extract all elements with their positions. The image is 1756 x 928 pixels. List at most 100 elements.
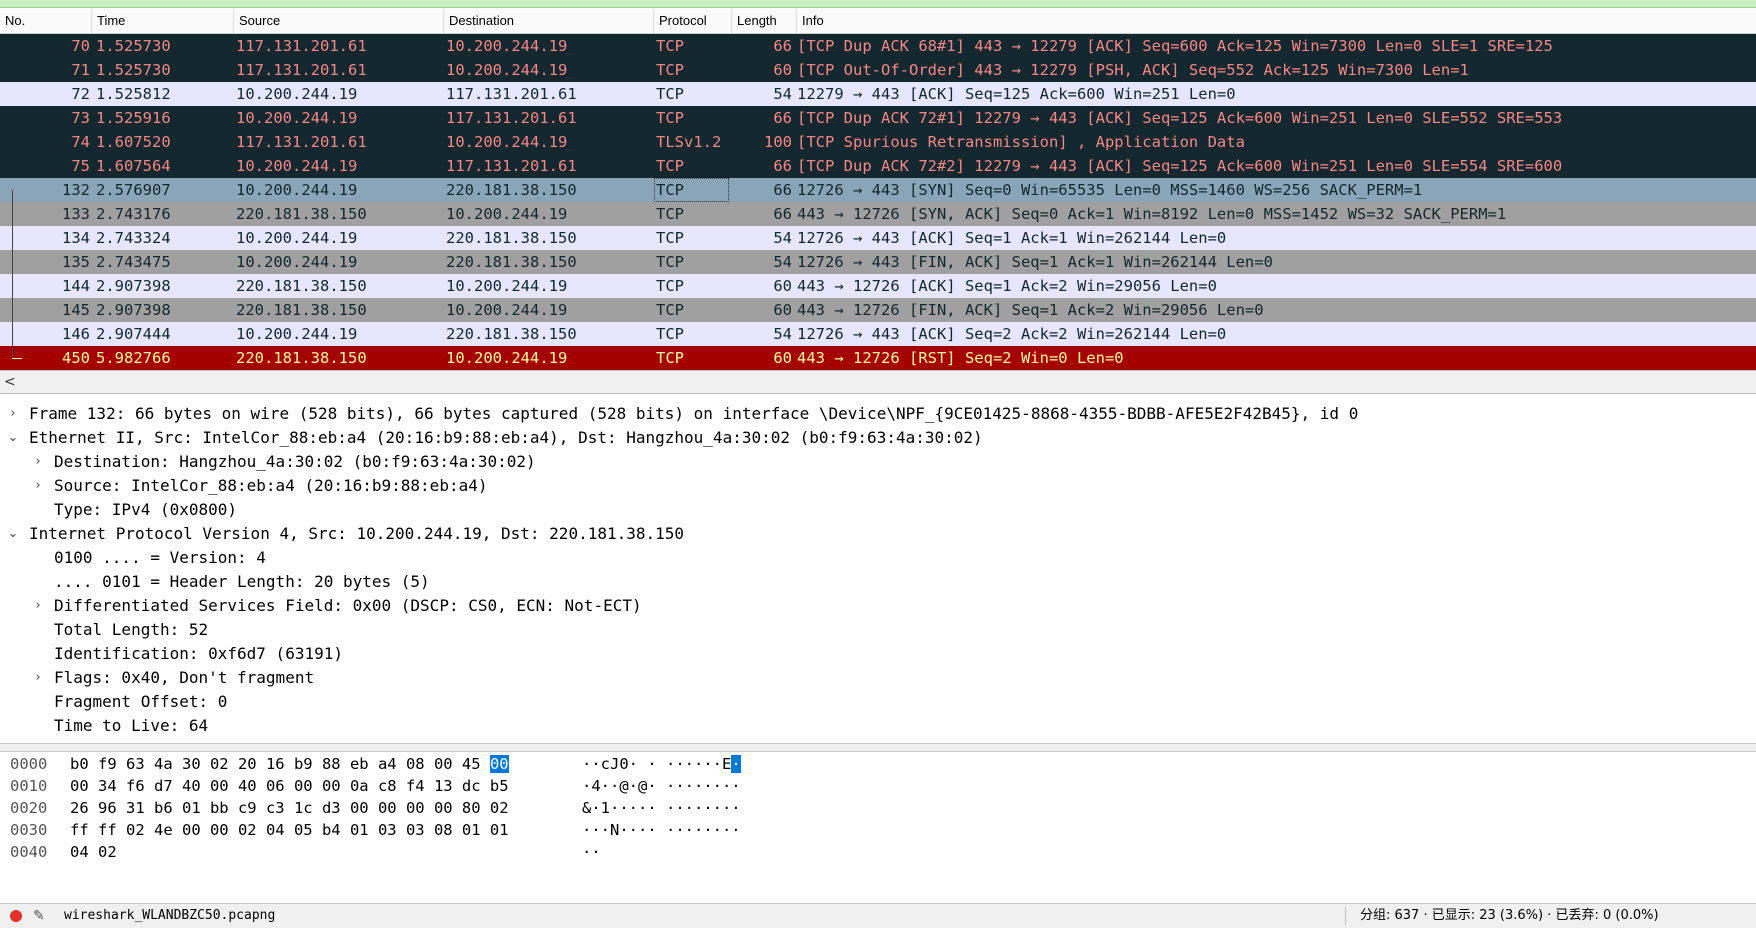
ascii-bytes-text: ···N···· ········: [582, 821, 741, 839]
expand-arrow-icon[interactable]: ›: [31, 450, 45, 474]
detail-tree-item[interactable]: Fragment Offset: 0: [0, 690, 1756, 714]
packet-row[interactable]: 74 1.607520 117.131.201.61 10.200.244.19 TLS…: [0, 130, 1756, 154]
packet-stats: 分组: 637 · 已显示: 23 (3.6%) · 已丢弃: 0 (0.0%): [1360, 908, 1659, 923]
expand-arrow-icon[interactable]: ›: [6, 402, 20, 426]
packet-len-cell: 54: [773, 253, 792, 271]
detail-tree-item[interactable]: Type: IPv4 (0x0800): [0, 498, 1756, 522]
packet-len-cell: 54: [773, 325, 792, 343]
packet-row[interactable]: 146 2.907444 10.200.244.19 220.181.38.150 TC…: [0, 322, 1756, 346]
packet-len-cell: 66: [773, 205, 792, 223]
packet-time-cell: 2.907398: [96, 301, 171, 319]
packet-src-cell: 10.200.244.19: [236, 85, 358, 103]
packet-dst-cell: 10.200.244.19: [446, 349, 568, 367]
hex-bytes: b0 f9 63 4a 30 02 20 16 b9 88 eb a4 08 0…: [70, 753, 509, 775]
ascii-bytes: ··cJ0· · ······E·: [582, 753, 741, 775]
detail-tree-item[interactable]: ⌄ Internet Protocol Version 4, Src: 10.20…: [0, 522, 1756, 546]
packet-src-cell: 10.200.244.19: [236, 253, 358, 271]
packet-row[interactable]: 72 1.525812 10.200.244.19 117.131.201.61 TCP…: [0, 82, 1756, 106]
hex-dump-line[interactable]: 0000 b0 f9 63 4a 30 02 20 16 b9 88 eb a4 …: [0, 753, 1756, 775]
packet-len-cell: 60: [773, 349, 792, 367]
packet-time-cell: 5.982766: [96, 349, 171, 367]
scroll-left-arrow-icon[interactable]: <: [4, 371, 16, 393]
column-header-source[interactable]: Source: [234, 9, 444, 33]
packet-row[interactable]: 73 1.525916 10.200.244.19 117.131.201.61 TCP…: [0, 106, 1756, 130]
hex-dump-line[interactable]: 0030 ff ff 02 4e 00 00 02 04 05 b4 01 03 …: [0, 819, 1756, 841]
expand-arrow-icon[interactable]: ›: [31, 594, 45, 618]
packet-row[interactable]: 144 2.907398 220.181.38.150 10.200.244.19 TC…: [0, 274, 1756, 298]
hex-offset: 0020: [10, 799, 48, 817]
packet-time-cell: 2.743324: [96, 229, 171, 247]
packet-time-cell: 1.607520: [96, 133, 171, 151]
packet-len-cell: 54: [773, 229, 792, 247]
packet-bytes-pane[interactable]: 0000 b0 f9 63 4a 30 02 20 16 b9 88 eb a4 …: [0, 751, 1756, 901]
packet-dst-cell: 10.200.244.19: [446, 277, 568, 295]
hex-dump-line[interactable]: 0010 00 34 f6 d7 40 00 40 06 00 00 0a c8 …: [0, 775, 1756, 797]
packet-time-cell: 2.743176: [96, 205, 171, 223]
ascii-selected-byte: ·: [731, 755, 741, 773]
column-header-protocol[interactable]: Protocol: [654, 9, 732, 33]
detail-tree-text: .... 0101 = Header Length: 20 bytes (5): [54, 572, 430, 591]
packet-list[interactable]: 70 1.525730 117.131.201.61 10.200.244.19 TCP…: [0, 34, 1756, 370]
packet-info-cell: [TCP Spurious Retransmission] , Applicat…: [797, 133, 1245, 151]
hex-dump-line[interactable]: 0020 26 96 31 b6 01 bb c9 c3 1c d3 00 00 …: [0, 797, 1756, 819]
collapse-arrow-icon[interactable]: ⌄: [6, 426, 20, 450]
packet-no-cell: 135: [62, 253, 90, 271]
packet-row[interactable]: 132 2.576907 10.200.244.19 220.181.38.150 TC…: [0, 178, 1756, 202]
detail-tree-text: Flags: 0x40, Don't fragment: [54, 668, 315, 687]
column-header-info[interactable]: Info: [797, 9, 1756, 33]
ascii-bytes: ···N···· ········: [582, 819, 741, 841]
packet-proto-cell: TCP: [656, 205, 684, 223]
packet-time-cell: 1.525916: [96, 109, 171, 127]
packet-dst-cell: 10.200.244.19: [446, 205, 568, 223]
column-header-no[interactable]: No.: [0, 9, 92, 33]
packet-dst-cell: 220.181.38.150: [446, 181, 577, 199]
packet-row[interactable]: 71 1.525730 117.131.201.61 10.200.244.19 TCP…: [0, 58, 1756, 82]
detail-tree-item[interactable]: ⌄ Ethernet II, Src: IntelCor_88:eb:a4 (20…: [0, 426, 1756, 450]
packet-no-cell: 71: [71, 61, 90, 79]
detail-tree-item[interactable]: Identification: 0xf6d7 (63191): [0, 642, 1756, 666]
packet-src-cell: 117.131.201.61: [236, 37, 367, 55]
column-header-length[interactable]: Length: [732, 9, 797, 33]
packet-src-cell: 220.181.38.150: [236, 277, 367, 295]
packet-row[interactable]: 145 2.907398 220.181.38.150 10.200.244.19 TC…: [0, 298, 1756, 322]
packet-row[interactable]: 70 1.525730 117.131.201.61 10.200.244.19 TCP…: [0, 34, 1756, 58]
packet-row[interactable]: 133 2.743176 220.181.38.150 10.200.244.19 TC…: [0, 202, 1756, 226]
packet-info-cell: 12726 → 443 [SYN] Seq=0 Win=65535 Len=0 …: [797, 181, 1423, 199]
packet-no-cell: 75: [71, 157, 90, 175]
packet-proto-cell: TCP: [656, 157, 684, 175]
packet-info-cell: 443 → 12726 [FIN, ACK] Seq=1 Ack=2 Win=2…: [797, 301, 1264, 319]
detail-tree-item[interactable]: Total Length: 52: [0, 618, 1756, 642]
packet-row[interactable]: 134 2.743324 10.200.244.19 220.181.38.150 TC…: [0, 226, 1756, 250]
column-header-destination[interactable]: Destination: [444, 9, 654, 33]
packet-row[interactable]: 135 2.743475 10.200.244.19 220.181.38.150 TC…: [0, 250, 1756, 274]
packet-row[interactable]: 75 1.607564 10.200.244.19 117.131.201.61 TCP…: [0, 154, 1756, 178]
detail-tree-item[interactable]: Time to Live: 64: [0, 714, 1756, 738]
packet-no-cell: 133: [62, 205, 90, 223]
packet-row[interactable]: 450 5.982766 220.181.38.150 10.200.244.19 TC…: [0, 346, 1756, 370]
expert-info-icon[interactable]: [10, 910, 22, 922]
packet-proto-cell: TCP: [656, 277, 684, 295]
collapse-arrow-icon[interactable]: ⌄: [6, 522, 20, 546]
detail-tree-item[interactable]: .... 0101 = Header Length: 20 bytes (5): [0, 570, 1756, 594]
detail-tree-item[interactable]: › Source: IntelCor_88:eb:a4 (20:16:b9:88:…: [0, 474, 1756, 498]
packet-src-cell: 10.200.244.19: [236, 181, 358, 199]
packet-list-horizontal-scrollbar[interactable]: <: [0, 370, 1756, 394]
hex-bytes: ff ff 02 4e 00 00 02 04 05 b4 01 03 03 0…: [70, 819, 509, 841]
detail-tree-item[interactable]: › Frame 132: 66 bytes on wire (528 bits),…: [0, 402, 1756, 426]
packet-no-cell: 132: [62, 181, 90, 199]
packet-proto-cell: TLSv1.2: [656, 133, 722, 151]
expand-arrow-icon[interactable]: ›: [31, 474, 45, 498]
detail-tree-item[interactable]: › Flags: 0x40, Don't fragment: [0, 666, 1756, 690]
edit-comment-icon[interactable]: ✎: [33, 904, 45, 928]
detail-tree-item[interactable]: › Differentiated Services Field: 0x00 (DS…: [0, 594, 1756, 618]
packet-proto-cell: TCP: [656, 301, 684, 319]
detail-tree-item[interactable]: › Destination: Hangzhou_4a:30:02 (b0:f9:6…: [0, 450, 1756, 474]
column-header-time[interactable]: Time: [92, 9, 234, 33]
display-filter-bar[interactable]: [0, 0, 1756, 8]
packet-details-pane[interactable]: › Frame 132: 66 bytes on wire (528 bits),…: [0, 400, 1756, 743]
detail-tree-text: Time to Live: 64: [54, 716, 209, 735]
hex-dump-line[interactable]: 0040 04 02 ··: [0, 841, 1756, 863]
packet-proto-cell: TCP: [656, 229, 684, 247]
expand-arrow-icon[interactable]: ›: [31, 666, 45, 690]
detail-tree-item[interactable]: 0100 .... = Version: 4: [0, 546, 1756, 570]
